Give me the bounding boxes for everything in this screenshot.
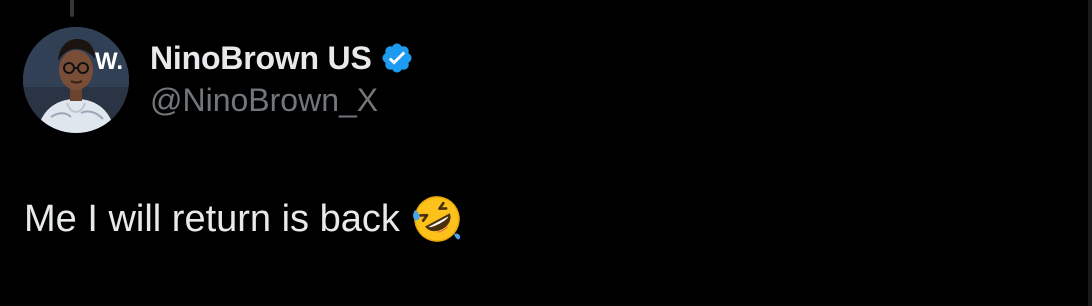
user-handle[interactable]: @NinoBrown_X (150, 82, 414, 119)
avatar[interactable]: W. (23, 27, 129, 133)
tweet-text: Me I will return is back (24, 197, 400, 240)
name-row: NinoBrown US (150, 38, 414, 78)
tweet-header: NinoBrown US @NinoBrown_X (150, 38, 414, 119)
display-name[interactable]: NinoBrown US (150, 40, 372, 77)
thread-connector-line (70, 0, 74, 17)
avatar-image: W. (23, 27, 129, 133)
tweet-body: Me I will return is back (24, 194, 462, 244)
avatar-backdrop-text: W. (95, 48, 123, 75)
verified-badge-icon[interactable] (380, 41, 414, 75)
scroll-edge (1088, 0, 1092, 306)
rolling-on-the-floor-laughing-icon (412, 194, 462, 244)
